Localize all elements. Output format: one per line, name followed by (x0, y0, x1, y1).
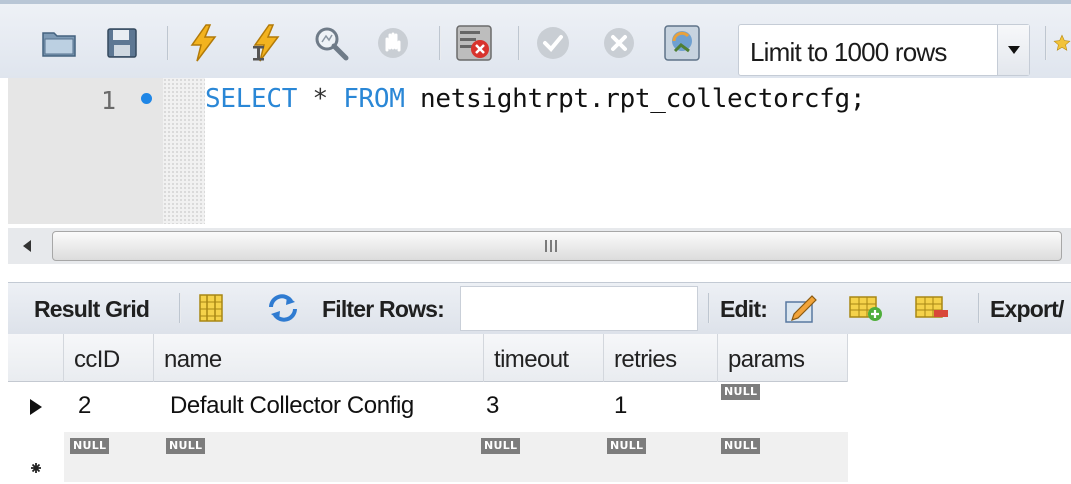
filter-rows-label: Filter Rows: (322, 296, 445, 322)
editor-horizontal-scrollbar[interactable] (8, 228, 1071, 264)
bookmark-button[interactable] (1053, 24, 1071, 62)
column-header-params[interactable]: params (718, 334, 848, 382)
statement-marker-icon[interactable] (141, 93, 152, 104)
column-header-timeout[interactable]: timeout (484, 334, 604, 382)
cell-ccid-null-badge[interactable]: NULL (70, 438, 110, 454)
row-header[interactable] (8, 382, 64, 432)
row-header-corner (8, 334, 64, 382)
toolbar-separator (439, 26, 441, 60)
export-label[interactable]: Export/ (990, 296, 1064, 323)
cell-ccid[interactable]: 2 (78, 392, 91, 420)
refresh-button[interactable] (263, 290, 303, 326)
pencil-edit-icon (785, 295, 817, 323)
sql-table-name: netsightrpt.rpt_collectorcfg; (419, 84, 866, 114)
commit-button[interactable] (534, 24, 572, 62)
cell-retries[interactable]: 1 (614, 392, 627, 420)
lightning-cursor-icon (253, 24, 280, 62)
star-icon (1053, 34, 1071, 51)
cancel-icon (604, 28, 634, 58)
save-script-button[interactable] (103, 24, 141, 62)
sql-star: * (312, 84, 328, 114)
result-grid: ccID name timeout retries params 2 Defau… (8, 334, 848, 484)
row-header[interactable] (8, 432, 64, 482)
result-grid-label[interactable]: Result Grid (34, 296, 150, 323)
scrollbar-thumb[interactable] (52, 231, 1062, 261)
insert-row-button[interactable] (846, 290, 886, 326)
check-icon (537, 27, 569, 59)
cell-timeout[interactable]: 3 (486, 392, 499, 420)
refresh-icon (269, 294, 297, 322)
cell-retries-null-badge[interactable]: NULL (607, 438, 647, 454)
toolbar-separator (978, 293, 980, 323)
toolbar-separator (1045, 26, 1047, 60)
magnifier-icon (315, 27, 349, 61)
sql-editor-toolbar: Limit to 1000 rows (0, 0, 1071, 78)
cell-params-null-badge[interactable]: NULL (721, 384, 761, 400)
execute-current-button[interactable] (247, 24, 285, 62)
column-header-retries[interactable]: retries (604, 334, 718, 382)
toolbar-separator (708, 293, 710, 323)
lightning-icon (190, 24, 217, 62)
edit-cell-button[interactable] (781, 290, 821, 326)
grid-columns-icon (199, 294, 223, 322)
limit-rows-value: Limit to 1000 rows (750, 37, 947, 67)
table-row-new[interactable]: NULL NULL NULL NULL NULL (8, 432, 848, 482)
hand-stop-icon (378, 28, 408, 58)
limit-rows-dropdown-button[interactable] (997, 25, 1029, 75)
new-row-asterisk-icon (31, 463, 41, 473)
current-row-arrow-icon (30, 399, 42, 415)
edit-label: Edit: (720, 296, 768, 322)
toolbar-separator (179, 293, 181, 323)
explain-button[interactable] (312, 24, 350, 62)
delete-row-icon (915, 296, 948, 318)
grip-icon (545, 240, 561, 252)
error-toggle-icon (456, 25, 492, 61)
chevron-down-icon (1007, 46, 1020, 54)
panel-gap (8, 264, 1071, 282)
cell-params-null-badge[interactable]: NULL (721, 438, 761, 454)
cell-timeout-null-badge[interactable]: NULL (481, 438, 521, 454)
result-toolbar: Result Grid Filter Rows: Edit: Export/ (8, 282, 1071, 334)
toolbar-separator (167, 26, 169, 60)
execute-all-button[interactable] (184, 24, 222, 62)
autocommit-icon (664, 25, 700, 61)
filter-rows-input[interactable] (460, 286, 698, 331)
line-number-gutter: 1 (8, 78, 163, 224)
sql-keyword-select: SELECT (205, 84, 298, 114)
stop-button[interactable] (374, 24, 412, 62)
chevron-left-icon (23, 240, 31, 252)
sql-editor[interactable]: 1 SELECT * FROM netsightrpt.rpt_collecto… (8, 78, 1071, 228)
grid-layout-button[interactable] (191, 290, 231, 326)
floppy-disk-icon (107, 28, 137, 58)
table-row[interactable]: 2 Default Collector Config 3 1 NULL (8, 382, 848, 432)
column-header-name[interactable]: name (154, 334, 484, 382)
autocommit-button[interactable] (663, 24, 701, 62)
add-row-icon (849, 296, 882, 321)
scroll-left-button[interactable] (18, 237, 36, 255)
cell-name-null-badge[interactable]: NULL (166, 438, 206, 454)
cell-name[interactable]: Default Collector Config (170, 392, 414, 420)
rollback-button[interactable] (600, 24, 638, 62)
sql-code-line[interactable]: SELECT * FROM netsightrpt.rpt_collectorc… (205, 84, 866, 114)
line-number: 1 (101, 86, 117, 115)
limit-rows-select[interactable]: Limit to 1000 rows (738, 24, 1030, 76)
open-folder-button[interactable] (40, 24, 78, 62)
fold-margin (163, 78, 205, 224)
toolbar-separator (518, 26, 520, 60)
column-header-ccid[interactable]: ccID (64, 334, 154, 382)
grid-header-row: ccID name timeout retries params (8, 334, 848, 382)
toggle-continue-on-error-button[interactable] (455, 24, 493, 62)
sql-keyword-from: FROM (343, 84, 405, 114)
delete-row-button[interactable] (912, 290, 952, 326)
folder-icon (42, 32, 76, 57)
